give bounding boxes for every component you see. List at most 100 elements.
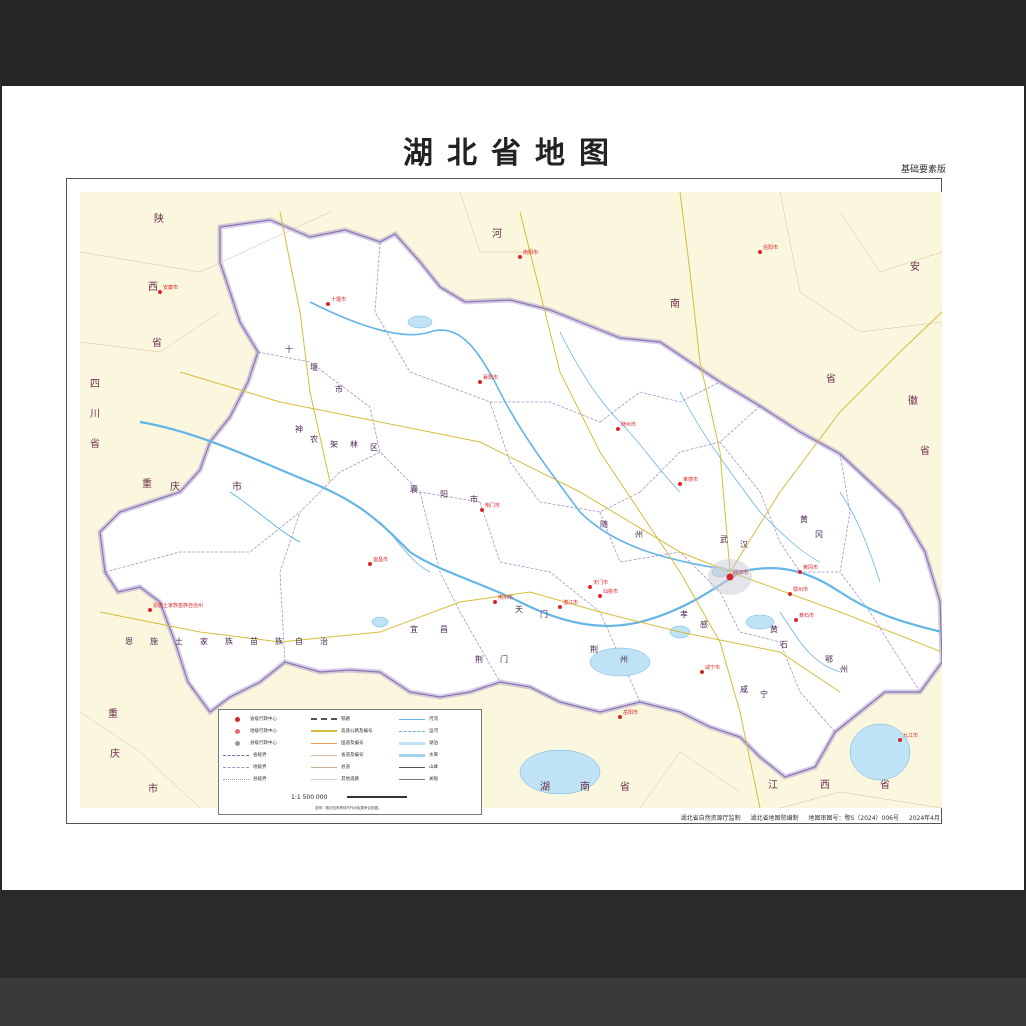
legend-symbol: [311, 730, 337, 732]
city-label-xiantao: 仙桃市: [603, 588, 618, 595]
prefecture-label-char: 神: [295, 424, 303, 434]
legend-label: 高速公路及编号: [341, 729, 373, 734]
legend-item: 高速公路及编号: [311, 728, 373, 734]
city-label-huanggang: 黄冈市: [803, 564, 818, 571]
legend-label: 地级界: [253, 765, 267, 770]
legend-label: 其他道路: [341, 777, 359, 782]
prefecture-label-char: 宁: [760, 689, 768, 699]
prefecture-label-char: 市: [470, 494, 478, 504]
legend-item: 山峰: [399, 764, 438, 770]
prefecture-label-char: 苗: [250, 637, 258, 646]
legend-symbol: [399, 741, 425, 745]
legend-item: 铁路: [311, 716, 350, 722]
legend-symbol: [235, 716, 240, 722]
map-sheet: 湖北省地图 基础要素版 十堰市 襄阳市 随州市 荆门市 孝感市 宜昌市 荆州市 …: [2, 86, 1024, 890]
legend-item: 省级行政中心: [223, 716, 277, 722]
city-marker-qianjiang: [558, 605, 562, 609]
legend-symbol: [235, 728, 240, 734]
region-label-jiangxi-3: 省: [880, 778, 890, 791]
city-label-jiujiang: 九江市: [903, 732, 918, 739]
region-label-chongqing-2: 庆: [170, 480, 180, 493]
prefecture-label-char: 荆: [475, 654, 483, 664]
prefecture-label-char: 区: [370, 443, 378, 452]
prefecture-label-char: 农: [310, 434, 318, 444]
legend-symbol: [223, 778, 249, 780]
city-marker-huanggang: [798, 570, 802, 574]
prefecture-label-char: 阳: [440, 490, 448, 499]
bottom-strip: [0, 978, 1026, 1026]
city-marker-tianmen: [588, 585, 592, 589]
legend-label: 山峰: [429, 765, 438, 770]
city-label-jingzhou: 荆州市: [498, 594, 513, 601]
city-label-ezhou: 鄂州市: [793, 586, 808, 593]
city-marker-xianning: [700, 670, 704, 674]
region-label-jiangxi: 江: [768, 779, 778, 791]
legend-item: 县道: [311, 764, 350, 770]
prefecture-label-char: 石: [780, 640, 788, 649]
legend-label: 县级行政中心: [250, 741, 277, 746]
legend-symbol: [223, 766, 249, 768]
prefecture-label-char: 十: [285, 344, 293, 354]
prefecture-label-char: 随: [600, 519, 608, 529]
prefecture-label-char: 宜: [410, 624, 418, 634]
city-marker-nanyang: [518, 255, 522, 259]
city-marker-shiyan: [326, 302, 330, 306]
legend-label: 湖泊: [429, 741, 438, 746]
legend-label: 国道及编号: [341, 741, 364, 746]
footer-approval: 地图审图号：鄂S（2024）006号: [808, 815, 899, 822]
prefecture-label-char: 市: [335, 384, 343, 394]
region-label-shaanxi-3: 省: [152, 336, 162, 349]
region-label-henan: 河: [492, 228, 502, 240]
lake-small-2: [371, 616, 389, 628]
legend-symbol: [399, 753, 425, 757]
region-label-chongqing-s3: 市: [148, 782, 158, 795]
city-marker-ankang: [158, 290, 162, 294]
legend-label: 河流: [429, 717, 438, 722]
city-marker-enshi: [148, 608, 152, 612]
city-label-yichang: 宜昌市: [373, 556, 388, 563]
prefecture-label-char: 治: [320, 636, 328, 646]
legend-symbol: [223, 754, 249, 756]
legend-label: 省级界: [253, 753, 267, 758]
city-marker-yueyang: [618, 715, 622, 719]
city-label-nanyang: 南阳市: [523, 249, 538, 256]
city-label-tianmen: 天门市: [593, 579, 608, 586]
footer-date: 2024年4月: [908, 815, 940, 822]
city-marker-huangshi: [794, 618, 798, 622]
city-marker-xinyang: [758, 250, 762, 254]
city-label-suizhou: 随州市: [621, 421, 636, 428]
prefecture-label-char: 武: [720, 534, 728, 544]
city-label-enshi: 恩施土家族苗族自治州: [153, 602, 203, 609]
legend-item: 河流: [399, 716, 438, 722]
region-label-sichuan-3: 省: [90, 437, 100, 450]
prefecture-label-char: 咸: [740, 684, 748, 694]
prefecture-label-char: 冈: [815, 530, 823, 539]
map-canvas[interactable]: 十堰市 襄阳市 随州市 荆门市 孝感市 宜昌市 荆州市 武汉市 鄂州市 黄冈市 黄石市 咸宁市 仙桃市潜…: [80, 192, 942, 808]
region-label-shaanxi: 陕: [154, 212, 164, 225]
legend-item: 关隘: [399, 776, 438, 782]
danjiangkou-reservoir: [407, 315, 433, 329]
prefecture-label-char: 天: [515, 605, 523, 614]
prefecture-label-char: 州: [840, 665, 848, 674]
region-label-anhui: 安: [910, 260, 920, 273]
region-label-sichuan: 四: [90, 379, 100, 390]
legend-item: 湖泊: [399, 740, 438, 746]
city-label-wuhan: 武汉市: [733, 569, 748, 576]
window-bottom-bar: [0, 890, 1026, 1026]
city-label-shiyan: 十堰市: [331, 296, 346, 303]
legend-item: 水库: [399, 752, 438, 758]
prefecture-label-char: 施: [150, 636, 158, 646]
prefecture-label-char: 黄: [770, 624, 778, 634]
legend-item: 省级界: [223, 752, 267, 758]
legend-symbol: [399, 718, 425, 720]
prefecture-label-char: 族: [225, 636, 233, 646]
map-title: 湖北省地图: [403, 136, 623, 171]
legend-symbol: [311, 778, 337, 780]
city-label-yueyang: 岳阳市: [623, 709, 638, 716]
prefecture-label-char: 架: [330, 440, 338, 449]
legend-symbol: [399, 778, 425, 780]
legend-label: 关隘: [429, 777, 438, 782]
edition-label: 基础要素版: [900, 165, 946, 175]
prefecture-label-char: 孝: [680, 610, 688, 619]
city-label-jingmen: 荆门市: [485, 502, 500, 509]
